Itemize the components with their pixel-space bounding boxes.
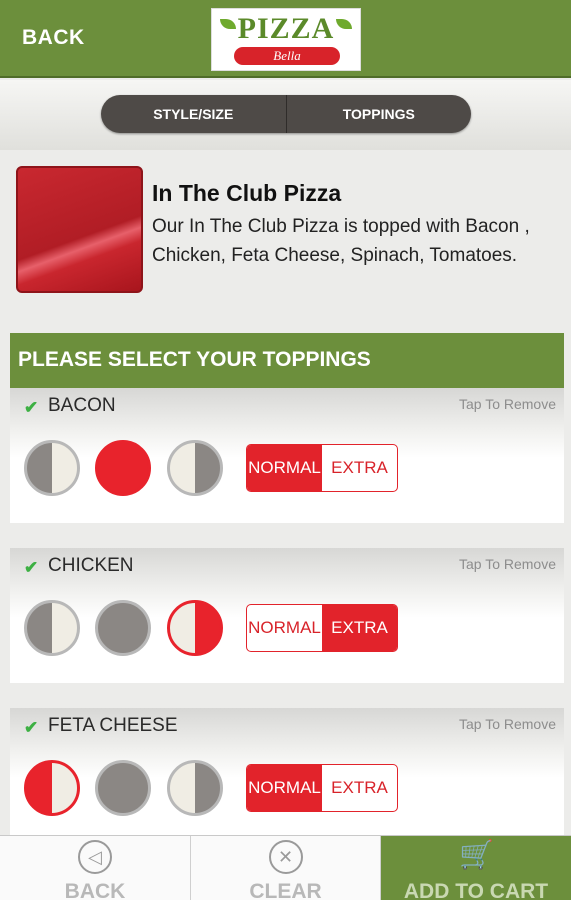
topping-row-feta-cheese: ✔ FETA CHEESE Tap To Remove NORMAL EXTRA bbox=[10, 708, 564, 843]
normal-button[interactable]: NORMAL bbox=[247, 765, 322, 811]
topping-name[interactable]: CHICKEN bbox=[48, 555, 134, 577]
whole-pizza-icon[interactable] bbox=[95, 600, 151, 656]
add-to-cart-button[interactable]: 🛒 ADD TO CART bbox=[381, 836, 571, 900]
product-title: In The Club Pizza bbox=[152, 180, 342, 206]
extra-button[interactable]: EXTRA bbox=[322, 765, 397, 811]
header-back-button[interactable]: BACK bbox=[22, 26, 85, 50]
topping-name[interactable]: BACON bbox=[48, 395, 116, 417]
amount-toggle: NORMAL EXTRA bbox=[246, 764, 398, 812]
tab-toppings[interactable]: TOPPINGS bbox=[285, 95, 472, 133]
normal-button[interactable]: NORMAL bbox=[247, 605, 322, 651]
right-half-icon[interactable] bbox=[167, 440, 223, 496]
checkmark-icon: ✔ bbox=[24, 398, 39, 417]
checkmark-icon: ✔ bbox=[24, 558, 39, 577]
clear-label: CLEAR bbox=[249, 880, 322, 900]
right-half-icon[interactable] bbox=[167, 600, 223, 656]
toppings-heading: PLEASE SELECT YOUR TOPPINGS bbox=[10, 333, 564, 388]
clear-button[interactable]: ✕ CLEAR bbox=[191, 836, 381, 900]
topping-name[interactable]: FETA CHEESE bbox=[48, 715, 178, 737]
pizza-bella-logo: PIZZA Bella bbox=[211, 8, 361, 71]
bottom-action-bar: ◁ BACK ✕ CLEAR 🛒 ADD TO CART bbox=[0, 835, 571, 900]
extra-button[interactable]: EXTRA bbox=[322, 445, 397, 491]
product-info: In The Club Pizza Our In The Club Pizza … bbox=[0, 150, 571, 330]
footer-back-button[interactable]: ◁ BACK bbox=[0, 836, 191, 900]
topping-row-chicken: ✔ CHICKEN Tap To Remove NORMAL EXTRA bbox=[10, 548, 564, 683]
left-half-icon[interactable] bbox=[24, 600, 80, 656]
product-image bbox=[16, 166, 143, 293]
amount-toggle: NORMAL EXTRA bbox=[246, 604, 398, 652]
tap-to-remove-label[interactable]: Tap To Remove bbox=[459, 396, 556, 412]
left-half-icon[interactable] bbox=[24, 440, 80, 496]
footer-back-label: BACK bbox=[64, 880, 126, 900]
segmented-control: STYLE/SIZE TOPPINGS bbox=[101, 95, 471, 133]
tap-to-remove-label[interactable]: Tap To Remove bbox=[459, 556, 556, 572]
amount-toggle: NORMAL EXTRA bbox=[246, 444, 398, 492]
product-description: Our In The Club Pizza is topped with Bac… bbox=[152, 216, 530, 266]
extra-button[interactable]: EXTRA bbox=[322, 605, 397, 651]
normal-button[interactable]: NORMAL bbox=[247, 445, 322, 491]
tap-to-remove-label[interactable]: Tap To Remove bbox=[459, 716, 556, 732]
tab-bar: STYLE/SIZE TOPPINGS bbox=[0, 80, 571, 150]
app-header: BACK PIZZA Bella bbox=[0, 0, 571, 78]
logo-word: PIZZA bbox=[237, 12, 335, 45]
whole-pizza-icon[interactable] bbox=[95, 440, 151, 496]
right-half-icon[interactable] bbox=[167, 760, 223, 816]
whole-pizza-icon[interactable] bbox=[95, 760, 151, 816]
left-half-icon[interactable] bbox=[24, 760, 80, 816]
close-icon: ✕ bbox=[268, 840, 303, 874]
tab-style-size[interactable]: STYLE/SIZE bbox=[101, 95, 286, 133]
cart-icon: 🛒 bbox=[459, 839, 494, 870]
logo-script: Bella bbox=[234, 47, 340, 65]
add-to-cart-label: ADD TO CART bbox=[403, 880, 549, 900]
checkmark-icon: ✔ bbox=[24, 718, 39, 737]
topping-row-bacon: ✔ BACON Tap To Remove NORMAL EXTRA bbox=[10, 388, 564, 523]
back-arrow-icon: ◁ bbox=[78, 840, 112, 874]
